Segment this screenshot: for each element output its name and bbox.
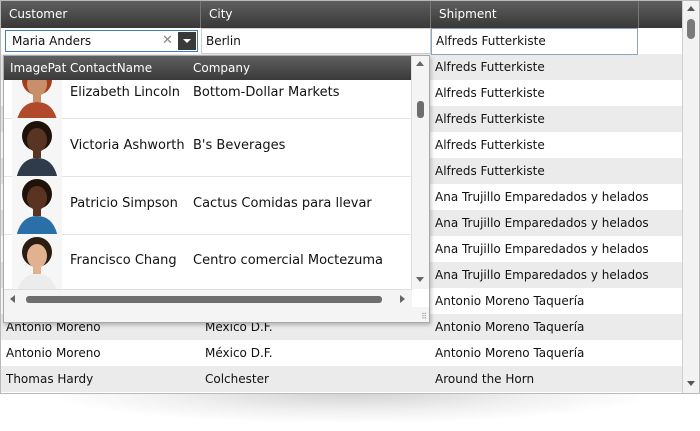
scroll-left-icon[interactable] xyxy=(10,295,15,303)
list-item[interactable]: Victoria Ashworth B's Beverages xyxy=(4,118,412,177)
popup-vertical-scrollbar[interactable] xyxy=(411,56,429,289)
popup-column-contact[interactable]: ContactName xyxy=(70,56,190,80)
shipment-cell[interactable]: Ana Trujillo Emparedados y helados xyxy=(435,184,675,210)
customer-cell[interactable]: Thomas Hardy xyxy=(6,366,196,392)
table-row[interactable]: Antonio Moreno México D.F. Antonio Moreno … xyxy=(1,340,683,366)
person-photo-icon xyxy=(12,118,62,176)
shipment-cell[interactable]: Ana Trujillo Emparedados y helados xyxy=(435,210,675,236)
scroll-up-icon[interactable] xyxy=(687,6,695,11)
scrollbar-thumb[interactable] xyxy=(26,296,382,303)
person-photo-icon xyxy=(12,234,62,289)
contact-name: Elizabeth Lincoln xyxy=(70,85,180,100)
customer-combobox[interactable]: Maria Anders ✕ xyxy=(5,30,198,52)
customer-cell[interactable]: Antonio Moreno xyxy=(6,340,196,366)
popup-column-image[interactable]: ImagePat xyxy=(10,56,70,80)
shipment-cell[interactable]: Antonio Moreno Taquería xyxy=(435,340,675,366)
list-item[interactable]: Patricio Simpson Cactus Comidas para llev… xyxy=(4,176,412,235)
popup-column-company[interactable]: Company xyxy=(193,56,393,80)
dropdown-button[interactable] xyxy=(178,32,196,50)
city-editor-value[interactable]: Berlin xyxy=(206,29,241,53)
table-row[interactable]: Thomas Hardy Colchester Around the Horn xyxy=(1,366,683,392)
grid-vertical-scrollbar[interactable] xyxy=(682,1,699,393)
company-name: Cactus Comidas para llevar xyxy=(193,196,372,211)
scroll-up-icon[interactable] xyxy=(416,61,424,66)
grid-shadow xyxy=(60,392,640,422)
customer-combobox-value[interactable]: Maria Anders xyxy=(12,31,91,51)
column-header-shipment[interactable]: Shipment xyxy=(431,1,639,28)
person-photo-icon xyxy=(12,80,62,118)
edit-row: Maria Anders ✕ Berlin Alfreds Futterkist… xyxy=(1,28,683,55)
list-item[interactable]: Elizabeth Lincoln Bottom-Dollar Markets xyxy=(4,80,412,119)
popup-footer: ⠿ xyxy=(4,307,429,322)
column-header-customer[interactable]: Customer xyxy=(1,1,201,28)
contact-name: Victoria Ashworth xyxy=(70,138,185,153)
resize-grip-icon[interactable]: ⠿ xyxy=(421,312,427,321)
shipment-cell[interactable]: Alfreds Futterkiste xyxy=(435,54,675,80)
shipment-editor-value[interactable]: Alfreds Futterkiste xyxy=(436,29,546,53)
customer-dropdown-popup: ImagePat ContactName Company Elizabeth L… xyxy=(3,55,430,323)
scroll-down-icon[interactable] xyxy=(687,381,695,386)
column-header-city[interactable]: City xyxy=(201,1,431,28)
city-cell[interactable]: México D.F. xyxy=(205,340,425,366)
shipment-cell[interactable]: Alfreds Futterkiste xyxy=(435,158,675,184)
city-editor[interactable]: Berlin xyxy=(201,28,431,54)
company-name: B's Beverages xyxy=(193,138,286,153)
shipment-cell[interactable]: Ana Trujillo Emparedados y helados xyxy=(435,262,675,288)
company-name: Centro comercial Moctezuma xyxy=(193,253,383,268)
scroll-right-icon[interactable] xyxy=(400,295,405,303)
shipment-cell[interactable]: Ana Trujillo Emparedados y helados xyxy=(435,236,675,262)
contact-name: Patricio Simpson xyxy=(70,196,178,211)
shipment-cell[interactable]: Alfreds Futterkiste xyxy=(435,132,675,158)
person-photo-icon xyxy=(12,176,62,234)
popup-horizontal-scrollbar[interactable] xyxy=(4,289,412,308)
city-cell[interactable]: Colchester xyxy=(205,366,425,392)
clear-icon[interactable]: ✕ xyxy=(162,31,173,51)
scrollbar-thumb[interactable] xyxy=(417,101,424,118)
popup-header: ImagePat ContactName Company xyxy=(4,56,412,80)
list-item[interactable]: Francisco Chang Centro comercial Moctezum… xyxy=(4,234,412,290)
contact-name: Francisco Chang xyxy=(70,253,177,268)
data-grid: Customer City Shipment Alfreds Futterkis… xyxy=(0,0,700,394)
chevron-down-icon xyxy=(183,39,191,43)
company-name: Bottom-Dollar Markets xyxy=(193,85,340,100)
shipment-cell[interactable]: Around the Horn xyxy=(435,366,675,392)
shipment-cell[interactable]: Antonio Moreno Taquería xyxy=(435,314,675,340)
grid-header: Customer City Shipment xyxy=(1,1,683,28)
shipment-editor[interactable]: Alfreds Futterkiste xyxy=(431,28,638,55)
shipment-cell[interactable]: Alfreds Futterkiste xyxy=(435,80,675,106)
scrollbar-thumb[interactable] xyxy=(687,19,695,39)
shipment-cell[interactable]: Alfreds Futterkiste xyxy=(435,106,675,132)
scroll-down-icon[interactable] xyxy=(416,277,424,282)
shipment-cell[interactable]: Antonio Moreno Taquería xyxy=(435,288,675,314)
